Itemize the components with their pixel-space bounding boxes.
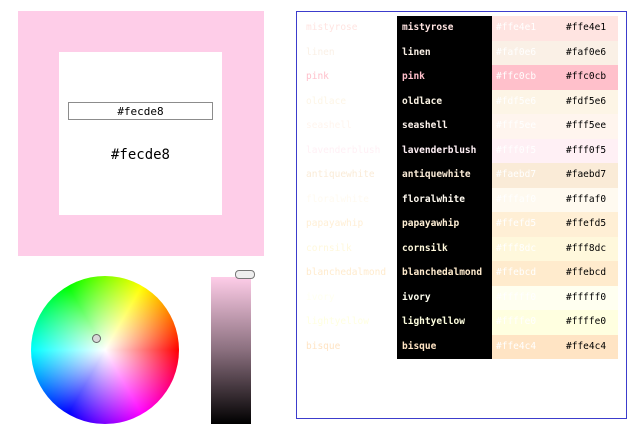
hex-on-swatch-black: #ffe4e1	[560, 16, 618, 41]
hex-on-swatch-white: #fffff0	[492, 285, 560, 310]
hex-on-swatch-white: #ffe4e1	[492, 16, 560, 41]
selected-hex-label: #fecde8	[110, 147, 170, 163]
hex-input[interactable]	[68, 102, 213, 120]
color-name-on-white: pink	[306, 71, 329, 82]
color-row-seashell[interactable]: seashell seashell #fff5ee #fff5ee	[297, 114, 626, 139]
color-list: mistyrose mistyrose #ffe4e1 #ffe4e1 linen lin…	[297, 16, 626, 359]
hex-on-swatch-white: #ffefd5	[492, 212, 560, 237]
hex-on-swatch-black: #ffffe0	[560, 310, 618, 335]
color-name-on-white: papayawhip	[306, 218, 364, 229]
color-name-on-black: ivory	[397, 285, 492, 310]
color-row-lavenderblush[interactable]: lavenderblush lavenderblush #fff0f5 #fff0f5	[297, 138, 626, 163]
hex-on-swatch-black: #fdf5e6	[560, 89, 618, 114]
color-row-oldlace[interactable]: oldlace oldlace #fdf5e6 #fdf5e6	[297, 89, 626, 114]
color-list-panel: mistyrose mistyrose #ffe4e1 #ffe4e1 linen lin…	[296, 11, 627, 419]
color-row-mistyrose[interactable]: mistyrose mistyrose #ffe4e1 #ffe4e1	[297, 16, 626, 41]
color-name-on-white: mistyrose	[306, 22, 358, 33]
hex-on-swatch-white: #ffebcd	[492, 261, 560, 286]
hex-on-swatch-white: #fff0f5	[492, 138, 560, 163]
hex-on-swatch-black: #ffc0cb	[560, 65, 618, 90]
color-name-on-white: blanchedalmond	[306, 267, 387, 278]
hex-on-swatch-black: #ffebcd	[560, 261, 618, 286]
color-name-on-white: oldlace	[306, 95, 347, 107]
color-row-lightyellow[interactable]: lightyellow lightyellow #ffffe0 #ffffe0	[297, 310, 626, 335]
hex-on-swatch-black: #fff8dc	[560, 236, 618, 261]
color-row-ivory[interactable]: ivory ivory #fffff0 #fffff0	[297, 285, 626, 310]
color-row-bisque[interactable]: bisque bisque #ffe4c4 #ffe4c4	[297, 334, 626, 359]
hex-on-swatch-black: #ffe4c4	[560, 334, 618, 359]
hex-on-swatch-white: #fff5ee	[492, 114, 560, 139]
hex-on-swatch-white: #fffaf0	[492, 187, 560, 212]
color-name-on-white: linen	[306, 46, 335, 58]
color-name-on-black: floralwhite	[397, 187, 492, 212]
color-name-on-black: bisque	[397, 334, 492, 359]
brightness-slider-handle[interactable]	[235, 270, 255, 279]
preview-card: #fecde8	[59, 52, 222, 215]
color-name-on-black: blanchedalmond	[397, 261, 492, 286]
hex-on-swatch-white: #ffe4c4	[492, 334, 560, 359]
hex-on-swatch-white: #faebd7	[492, 163, 560, 188]
color-name-on-black: pink	[397, 65, 492, 90]
hex-on-swatch-black: #faf0e6	[560, 40, 618, 65]
color-name-on-black: lightyellow	[397, 310, 492, 335]
wheel-selector-knob[interactable]	[92, 334, 101, 343]
color-name-on-black: linen	[397, 40, 492, 65]
color-name-on-black: antiquewhite	[397, 163, 492, 188]
hex-on-swatch-black: #faebd7	[560, 163, 618, 188]
hex-on-swatch-white: #fdf5e6	[492, 89, 560, 114]
color-row-blanchedalmond[interactable]: blanchedalmond blanchedalmond #ffebcd #ffeb…	[297, 261, 626, 286]
color-name-on-white: cornsilk	[306, 242, 352, 254]
hue-saturation-wheel[interactable]	[31, 276, 179, 424]
color-row-linen[interactable]: linen linen #faf0e6 #faf0e6	[297, 40, 626, 65]
color-name-on-black: papayawhip	[397, 212, 492, 237]
color-name-on-black: cornsilk	[397, 236, 492, 261]
color-row-pink[interactable]: pink pink #ffc0cb #ffc0cb	[297, 65, 626, 90]
color-row-papayawhip[interactable]: papayawhip papayawhip #ffefd5 #ffefd5	[297, 212, 626, 237]
hex-on-swatch-black: #fff0f5	[560, 138, 618, 163]
hex-on-swatch-white: #ffffe0	[492, 310, 560, 335]
hex-on-swatch-black: #fff5ee	[560, 114, 618, 139]
color-name-on-white: ivory	[306, 291, 335, 303]
color-name-on-white: antiquewhite	[306, 169, 375, 180]
color-row-cornsilk[interactable]: cornsilk cornsilk #fff8dc #fff8dc	[297, 236, 626, 261]
brightness-slider-track[interactable]	[211, 277, 251, 424]
hex-on-swatch-white: #ffc0cb	[492, 65, 560, 90]
hex-on-swatch-black: #fffaf0	[560, 187, 618, 212]
color-name-on-white: lightyellow	[306, 316, 369, 327]
hex-on-swatch-black: #fffff0	[560, 285, 618, 310]
color-name-on-white: bisque	[306, 340, 341, 352]
hex-on-swatch-black: #ffefd5	[560, 212, 618, 237]
color-name-on-black: seashell	[397, 114, 492, 139]
color-row-antiquewhite[interactable]: antiquewhite antiquewhite #faebd7 #faebd7	[297, 163, 626, 188]
color-row-floralwhite[interactable]: floralwhite floralwhite #fffaf0 #fffaf0	[297, 187, 626, 212]
color-name-on-black: mistyrose	[397, 16, 492, 41]
hex-on-swatch-white: #fff8dc	[492, 236, 560, 261]
color-name-on-white: floralwhite	[306, 193, 369, 205]
hex-on-swatch-white: #faf0e6	[492, 40, 560, 65]
color-name-on-white: seashell	[306, 120, 352, 131]
color-name-on-black: lavenderblush	[397, 138, 492, 163]
color-name-on-black: oldlace	[397, 89, 492, 114]
color-name-on-white: lavenderblush	[306, 144, 381, 156]
color-preview-swatch: #fecde8	[18, 11, 264, 256]
